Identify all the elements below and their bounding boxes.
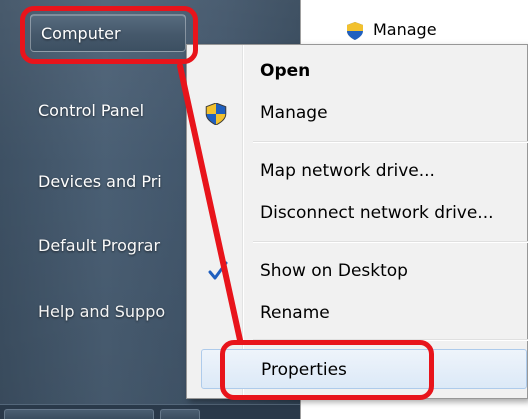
start-menu-bottom-bar (0, 404, 300, 419)
start-item-label: Control Panel (38, 101, 145, 120)
start-item-label: Help and Suppo (38, 302, 166, 321)
menu-separator (253, 339, 528, 341)
menu-item-rename[interactable]: Rename (187, 293, 528, 333)
start-item-default-programs[interactable]: Default Prograr (16, 223, 184, 269)
start-item-label: Devices and Pri (38, 172, 162, 191)
menu-item-label: Rename (260, 303, 330, 323)
menu-item-label: Manage (260, 103, 328, 123)
start-item-computer[interactable]: Computer (30, 14, 186, 52)
menu-item-label: Show on Desktop (260, 261, 408, 281)
background-item-manage: Manage (373, 20, 437, 39)
menu-item-label: Open (260, 61, 311, 81)
menu-separator (253, 241, 528, 243)
uac-shield-icon (205, 103, 227, 125)
start-item-devices-and-printers[interactable]: Devices and Pri (16, 159, 184, 205)
menu-item-label: Properties (261, 360, 347, 380)
checkmark-icon (208, 261, 228, 280)
start-item-label: Default Prograr (38, 236, 161, 255)
menu-item-label: Map network drive... (260, 161, 435, 181)
menu-item-manage[interactable]: Manage (187, 93, 528, 133)
shutdown-button[interactable] (4, 409, 154, 419)
uac-shield-icon (347, 22, 363, 40)
menu-separator (253, 141, 528, 143)
menu-item-disconnect-network-drive[interactable]: Disconnect network drive... (187, 193, 528, 233)
menu-item-show-on-desktop[interactable]: Show on Desktop (187, 251, 528, 291)
menu-item-label: Disconnect network drive... (260, 203, 494, 223)
context-menu: Open Manage Map network drive... Disconn… (186, 44, 528, 399)
menu-item-open[interactable]: Open (187, 51, 528, 91)
shutdown-options-button[interactable] (160, 409, 200, 419)
menu-item-properties[interactable]: Properties (201, 349, 527, 389)
start-item-control-panel[interactable]: Control Panel (16, 88, 184, 134)
menu-item-map-network-drive[interactable]: Map network drive... (187, 151, 528, 191)
start-item-help-and-support[interactable]: Help and Suppo (16, 289, 184, 335)
start-item-label: Computer (41, 24, 121, 43)
